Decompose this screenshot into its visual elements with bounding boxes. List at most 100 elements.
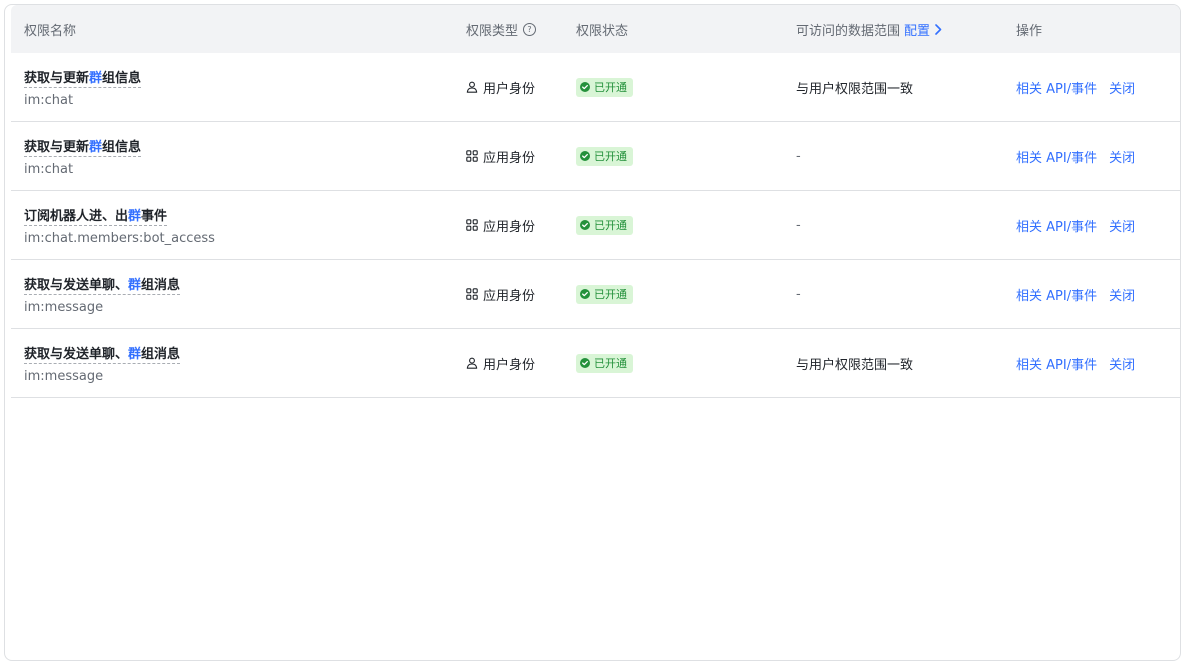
table-header: 权限名称 权限类型 ? 权限状态 可访问的数据范围 配置 操作 <box>11 5 1180 53</box>
permission-code: im:chat <box>24 161 74 177</box>
check-circle-icon <box>580 220 590 230</box>
status-badge: 已开通 <box>576 284 633 304</box>
table-row: 获取与发送单聊、群组消息 im:message 用户身份 已开通 与用户权限范围… <box>11 329 1180 398</box>
permission-name-cell: 订阅机器人进、出群事件 im:chat.members:bot_access <box>24 191 215 259</box>
close-permission-link[interactable]: 关闭 <box>1109 354 1135 373</box>
permissions-table: 权限名称 权限类型 ? 权限状态 可访问的数据范围 配置 操作 获取与更新群组信… <box>11 5 1180 398</box>
permission-code: im:chat.members:bot_access <box>24 230 215 246</box>
operations-cell: 相关 API/事件 关闭 <box>1016 122 1135 190</box>
permission-type-cell: 应用身份 <box>466 191 535 259</box>
status-label: 已开通 <box>594 81 627 94</box>
help-icon[interactable]: ? <box>523 22 537 36</box>
close-permission-link[interactable]: 关闭 <box>1109 285 1135 304</box>
permission-title[interactable]: 获取与发送单聊、群组消息 <box>24 343 181 364</box>
check-circle-icon <box>580 82 590 92</box>
scope-config-link[interactable]: 配置 <box>900 20 942 39</box>
header-permission-name: 权限名称 <box>24 23 77 39</box>
permission-type-label: 应用身份 <box>483 150 536 166</box>
table-row: 获取与更新群组信息 im:chat 应用身份 已开通 - 相关 API/事件 关… <box>11 122 1180 191</box>
permission-name-cell: 获取与发送单聊、群组消息 im:message <box>24 260 181 328</box>
scope-config-label: 配置 <box>904 23 931 39</box>
status-badge: 已开通 <box>576 353 633 373</box>
permission-title-highlight: 群 <box>128 346 142 362</box>
close-permission-link[interactable]: 关闭 <box>1109 78 1135 97</box>
permission-type-cell: 应用身份 <box>466 260 535 328</box>
permission-status-cell: 已开通 <box>576 53 633 121</box>
data-scope-cell: 与用户权限范围一致 <box>796 357 914 373</box>
related-api-events-link[interactable]: 相关 API/事件 <box>1016 147 1097 166</box>
permission-title[interactable]: 订阅机器人进、出群事件 <box>24 205 168 226</box>
check-circle-icon <box>580 289 590 299</box>
permission-code: im:chat <box>24 92 74 108</box>
permission-title-before: 获取与发送单聊、 <box>24 277 129 293</box>
app-grid-icon <box>466 150 478 162</box>
permission-title[interactable]: 获取与更新群组信息 <box>24 136 142 157</box>
permission-title[interactable]: 获取与发送单聊、群组消息 <box>24 274 181 295</box>
permission-title-highlight: 群 <box>128 277 142 293</box>
permission-type-label: 应用身份 <box>483 219 536 235</box>
permission-title-after: 组消息 <box>141 277 181 293</box>
permission-code: im:message <box>24 368 104 384</box>
permission-title[interactable]: 获取与更新群组信息 <box>24 67 142 88</box>
check-circle-icon <box>580 358 590 368</box>
status-label: 已开通 <box>594 288 627 301</box>
permission-type-label: 用户身份 <box>483 81 536 97</box>
app-grid-icon <box>466 219 478 231</box>
status-label: 已开通 <box>594 150 627 163</box>
status-badge: 已开通 <box>576 77 633 97</box>
header-data-scope-label: 可访问的数据范围 <box>796 23 901 39</box>
header-operations: 操作 <box>1016 23 1043 39</box>
check-circle-icon <box>580 151 590 161</box>
permission-title-after: 事件 <box>141 208 168 224</box>
permission-title-after: 组消息 <box>141 346 181 362</box>
permission-code: im:message <box>24 299 104 315</box>
related-api-events-link[interactable]: 相关 API/事件 <box>1016 78 1097 97</box>
permission-type-label: 应用身份 <box>483 288 536 304</box>
header-data-scope: 可访问的数据范围 配置 <box>796 5 942 53</box>
permission-title-before: 获取与发送单聊、 <box>24 346 129 362</box>
related-api-events-link[interactable]: 相关 API/事件 <box>1016 354 1097 373</box>
permission-title-after: 组信息 <box>102 70 142 86</box>
operations-cell: 相关 API/事件 关闭 <box>1016 53 1135 121</box>
permission-status-cell: 已开通 <box>576 329 633 397</box>
permission-status-cell: 已开通 <box>576 122 633 190</box>
operations-cell: 相关 API/事件 关闭 <box>1016 260 1135 328</box>
header-permission-status: 权限状态 <box>576 23 629 39</box>
related-api-events-link[interactable]: 相关 API/事件 <box>1016 216 1097 235</box>
close-permission-link[interactable]: 关闭 <box>1109 216 1135 235</box>
status-badge: 已开通 <box>576 146 633 166</box>
data-scope-cell: - <box>796 217 801 233</box>
permission-name-cell: 获取与发送单聊、群组消息 im:message <box>24 329 181 397</box>
header-permission-type: 权限类型 ? <box>466 5 537 53</box>
permission-title-highlight: 群 <box>89 139 103 155</box>
table-row: 获取与发送单聊、群组消息 im:message 应用身份 已开通 - 相关 AP… <box>11 260 1180 329</box>
permission-type-label: 用户身份 <box>483 357 536 373</box>
permission-status-cell: 已开通 <box>576 191 633 259</box>
data-scope-cell: - <box>796 286 801 302</box>
chevron-right-icon <box>935 23 942 35</box>
table-row: 订阅机器人进、出群事件 im:chat.members:bot_access 应… <box>11 191 1180 260</box>
permission-type-cell: 应用身份 <box>466 122 535 190</box>
status-badge: 已开通 <box>576 215 633 235</box>
data-scope-cell: 与用户权限范围一致 <box>796 81 914 97</box>
table-row: 获取与更新群组信息 im:chat 用户身份 已开通 与用户权限范围一致 相关 … <box>11 53 1180 122</box>
status-label: 已开通 <box>594 219 627 232</box>
permissions-card: 权限名称 权限类型 ? 权限状态 可访问的数据范围 配置 操作 获取与更新群组信… <box>4 4 1181 661</box>
data-scope-cell: - <box>796 148 801 164</box>
table-body: 获取与更新群组信息 im:chat 用户身份 已开通 与用户权限范围一致 相关 … <box>11 53 1180 398</box>
permission-title-before: 获取与更新 <box>24 70 90 86</box>
permission-name-cell: 获取与更新群组信息 im:chat <box>24 53 142 121</box>
permission-type-cell: 用户身份 <box>466 329 535 397</box>
close-permission-link[interactable]: 关闭 <box>1109 147 1135 166</box>
permission-title-before: 订阅机器人进、出 <box>24 208 129 224</box>
operations-cell: 相关 API/事件 关闭 <box>1016 329 1135 397</box>
user-icon <box>466 357 478 369</box>
permission-name-cell: 获取与更新群组信息 im:chat <box>24 122 142 190</box>
permission-type-cell: 用户身份 <box>466 53 535 121</box>
related-api-events-link[interactable]: 相关 API/事件 <box>1016 285 1097 304</box>
app-grid-icon <box>466 288 478 300</box>
permission-title-before: 获取与更新 <box>24 139 90 155</box>
permission-title-after: 组信息 <box>102 139 142 155</box>
permission-status-cell: 已开通 <box>576 260 633 328</box>
operations-cell: 相关 API/事件 关闭 <box>1016 191 1135 259</box>
